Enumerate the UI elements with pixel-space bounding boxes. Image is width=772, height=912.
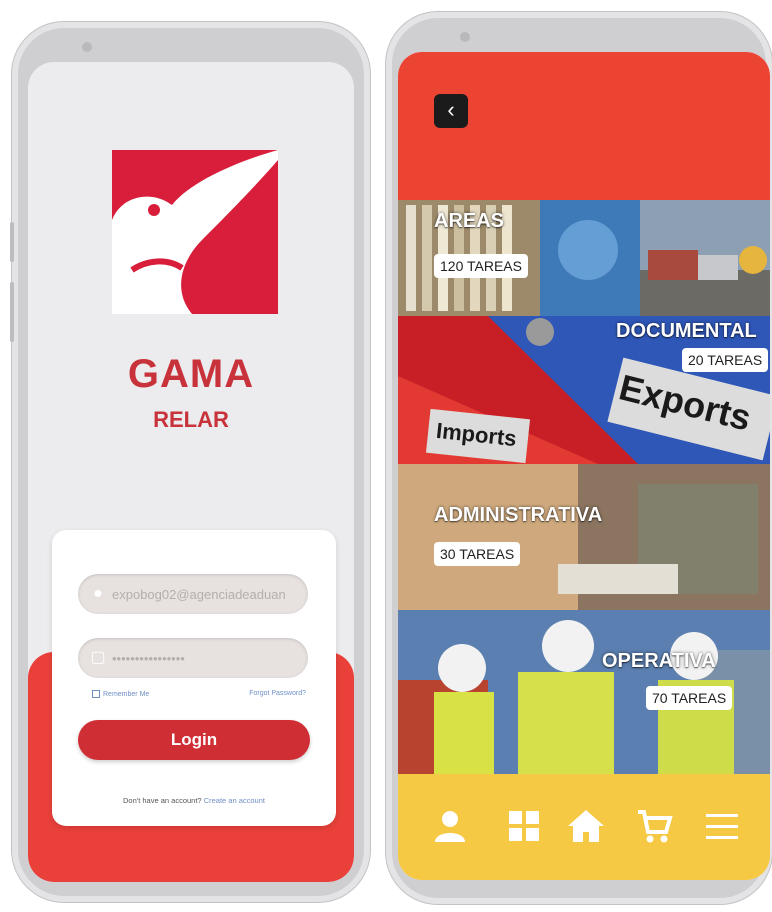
pelican-logo-graphic <box>112 150 278 314</box>
task-count-badge: 20 TAREAS <box>682 348 769 372</box>
remember-me-label: Remember Me <box>103 690 150 698</box>
create-account-link[interactable]: Create an account <box>204 796 265 805</box>
section-title: ADMINISTRATIVA <box>434 504 603 526</box>
bottom-nav <box>398 774 770 880</box>
camera-dot <box>82 42 92 52</box>
password-field[interactable]: ▢ <box>78 638 308 678</box>
side-button <box>10 282 14 342</box>
password-input[interactable] <box>112 638 300 678</box>
task-count-badge: 30 TAREAS <box>434 542 521 566</box>
back-button[interactable]: ‹ <box>434 94 468 128</box>
lock-icon: ▢ <box>90 649 106 666</box>
section-title: DOCUMENTAL <box>616 320 757 342</box>
side-button <box>10 222 14 262</box>
section-title: OPERATIVA <box>602 650 716 672</box>
login-screen: GAMA RELAR ● ▢ Remember Me Forgot Passwo… <box>28 62 354 882</box>
email-field[interactable]: ● <box>78 574 308 614</box>
user-icon: ● <box>93 585 103 602</box>
grid-icon[interactable] <box>504 806 544 846</box>
top-bar: ‹ <box>398 52 770 200</box>
signup-row: Don't have an account? Create an account <box>52 796 336 805</box>
checkbox-box[interactable] <box>92 690 100 698</box>
pelican-logo <box>112 150 278 314</box>
cart-icon[interactable] <box>634 806 674 846</box>
camera-dot <box>460 32 470 42</box>
remember-me-checkbox[interactable]: Remember Me <box>92 690 149 698</box>
menu-screen: ‹ AREAS 120 TAREAS Exports Imports DOCUM… <box>398 52 770 880</box>
phone-frame-menu: ‹ AREAS 120 TAREAS Exports Imports DOCUM… <box>386 12 772 904</box>
user-icon[interactable] <box>430 806 470 846</box>
login-card: ● ▢ Remember Me Forgot Password? Login D… <box>52 530 336 826</box>
section-title: AREAS <box>434 210 505 232</box>
task-count-badge: 120 TAREAS <box>434 254 528 278</box>
brand-title: GAMA <box>127 352 255 396</box>
phone-frame-login: GAMA RELAR ● ▢ Remember Me Forgot Passwo… <box>10 22 370 902</box>
section-administrativa[interactable]: ADMINISTRATIVA 30 TAREAS <box>398 464 770 610</box>
section-operativa[interactable]: OPERATIVA 70 TAREAS <box>398 610 770 774</box>
menu-icon[interactable] <box>702 806 742 846</box>
signup-prompt: Don't have an account? <box>123 796 202 805</box>
forgot-password-link[interactable]: Forgot Password? <box>249 690 306 697</box>
task-count-badge: 70 TAREAS <box>646 686 733 710</box>
email-input[interactable] <box>112 574 300 614</box>
section-areas[interactable]: AREAS 120 TAREAS <box>398 200 770 316</box>
section-documental[interactable]: Exports Imports DOCUMENTAL 20 TAREAS <box>398 316 770 464</box>
administrativa-photo <box>398 464 770 610</box>
brand-subtitle: RELAR <box>153 407 229 432</box>
login-button[interactable]: Login <box>78 720 310 760</box>
home-icon[interactable] <box>566 806 606 846</box>
